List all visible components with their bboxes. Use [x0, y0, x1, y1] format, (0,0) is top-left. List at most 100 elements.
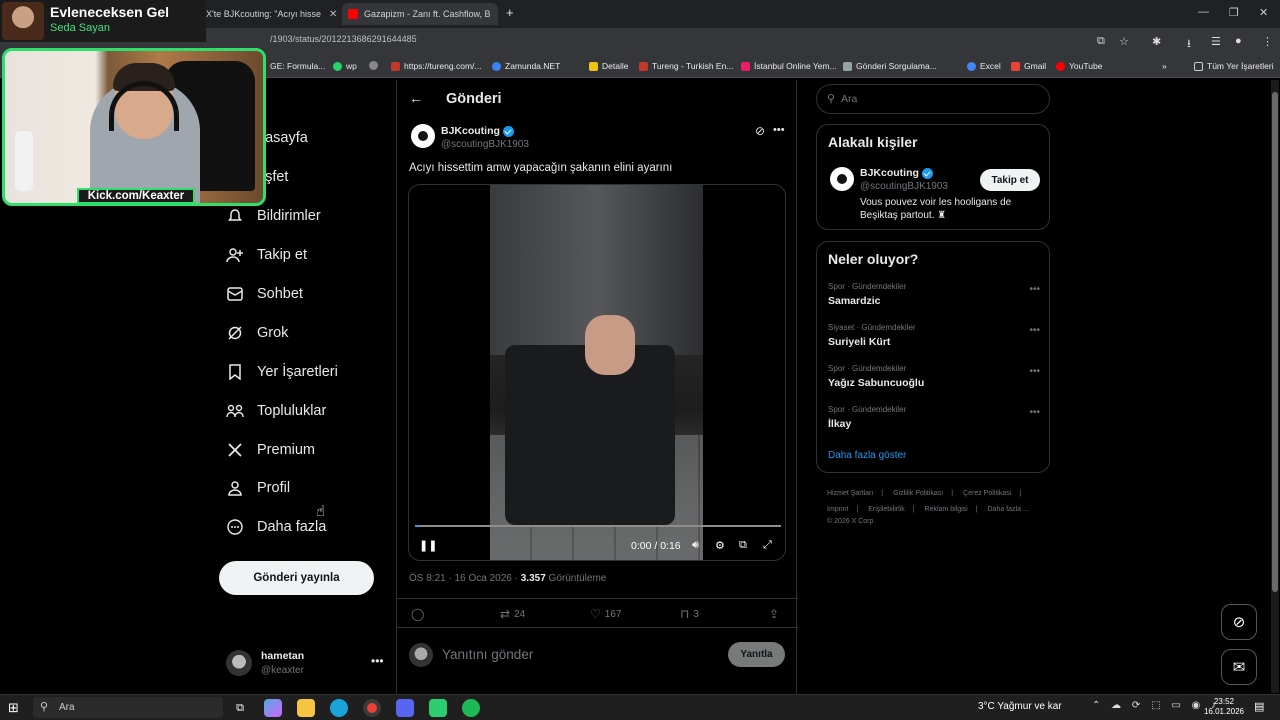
system-tray[interactable]: ⌃ ☁ ⟳ ⬚ ▭ ◉ ♪: [1092, 700, 1220, 711]
messages-fab[interactable]: ✉: [1221, 649, 1257, 685]
reply-button[interactable]: Yanıtla: [728, 642, 785, 667]
bookmark-action[interactable]: ⊓ 3: [680, 607, 699, 621]
nav-grok[interactable]: Grok: [226, 320, 288, 346]
nav-chat[interactable]: Sohbet: [226, 281, 303, 307]
all-bookmarks[interactable]: Tüm Yer İşaretleri: [1194, 61, 1274, 71]
author-name[interactable]: BJKcouting: [441, 125, 514, 137]
like-action[interactable]: ♡ 167: [590, 607, 621, 621]
menu-icon[interactable]: ⋮: [1262, 35, 1273, 48]
profile-icon[interactable]: ●: [1235, 35, 1242, 47]
more-dots-icon[interactable]: •••: [371, 654, 384, 668]
chrome-icon[interactable]: [363, 699, 381, 717]
retweet-action[interactable]: ⇄ 24: [500, 607, 525, 621]
scroll-thumb[interactable]: [1272, 92, 1278, 592]
nav-more[interactable]: Daha fazla: [226, 514, 326, 540]
task-view-icon[interactable]: ⧉: [231, 699, 249, 717]
fullscreen-icon[interactable]: ⤢: [763, 539, 772, 552]
reply-action[interactable]: ◯: [411, 607, 428, 621]
windows-start-icon[interactable]: ⊞: [8, 700, 19, 716]
close-window-icon[interactable]: ✕: [1259, 6, 1268, 19]
author-avatar[interactable]: [830, 167, 854, 191]
footer-link[interactable]: Erişilebilirlik: [868, 506, 905, 513]
video-progress-bar[interactable]: [415, 525, 781, 527]
url-field[interactable]: /1903/status/2012213686291644485: [270, 34, 417, 44]
more-dots-icon[interactable]: •••: [1029, 284, 1040, 295]
restore-icon[interactable]: ❐: [1229, 6, 1239, 19]
install-icon[interactable]: ⧉: [1097, 35, 1105, 48]
star-icon[interactable]: ☆: [1119, 35, 1129, 48]
file-explorer-icon[interactable]: [297, 699, 315, 717]
grok-icon[interactable]: ⊘: [755, 124, 765, 138]
settings-icon[interactable]: ⚙: [715, 539, 725, 552]
follow-button[interactable]: Takip et: [980, 169, 1040, 191]
nav-premium[interactable]: Premium: [226, 437, 315, 463]
new-tab-icon[interactable]: +: [506, 5, 514, 20]
terminal-icon[interactable]: [429, 699, 447, 717]
trend-item[interactable]: Spor · Gündemdekiler Yağız Sabuncuoğlu •…: [828, 364, 1040, 398]
nav-notifications[interactable]: Bildirimler: [226, 203, 321, 229]
more-dots-icon[interactable]: •••: [773, 124, 785, 136]
bookmark-item[interactable]: Tureng - Turkish En...: [639, 61, 733, 71]
scrollbar[interactable]: [1271, 80, 1279, 693]
bookmark-item[interactable]: Gmail: [1011, 61, 1046, 71]
pause-icon[interactable]: ❚❚: [419, 539, 437, 552]
copilot-icon[interactable]: [264, 699, 282, 717]
video-player[interactable]: ❚❚ 0:00 / 0:16 🔊︎ ⚙ ⧉ ⤢: [408, 184, 786, 561]
clock-time[interactable]: 23:52: [1206, 697, 1242, 706]
related-name[interactable]: BJKcouting: [860, 167, 933, 179]
bookmark-item[interactable]: Zamunda.NET: [492, 61, 560, 71]
footer-link[interactable]: Reklam bilgisi: [925, 506, 968, 513]
notification-icon[interactable]: ▤: [1254, 700, 1264, 713]
taskbar-search[interactable]: ⚲ Ara: [33, 697, 223, 718]
bookmark-item[interactable]: Gönderi Sorgulama...: [843, 61, 937, 71]
volume-icon[interactable]: 🔊︎: [692, 539, 699, 552]
weather-widget[interactable]: 3°C Yağmur ve kar: [978, 701, 1062, 712]
browser-tab-youtube[interactable]: Gazapizm - Zanı ft. Cashflow, B ✕: [342, 3, 498, 25]
back-arrow-icon[interactable]: ←: [409, 90, 423, 106]
bookmark-item[interactable]: İstanbul Online Yem...: [741, 61, 837, 71]
bookmark-item[interactable]: https://tureng.com/...: [391, 61, 481, 71]
reading-list-icon[interactable]: ☰: [1211, 35, 1221, 48]
more-dots-icon[interactable]: •••: [1029, 407, 1040, 418]
spotify-icon[interactable]: [462, 699, 480, 717]
grok-fab[interactable]: ⊘: [1221, 604, 1257, 640]
footer-link[interactable]: Gizlilik Politikası: [893, 490, 943, 497]
post-button[interactable]: Gönderi yayınla: [219, 561, 374, 595]
nav-follow[interactable]: Takip et: [226, 242, 307, 268]
footer-link[interactable]: Daha fazla ...: [988, 506, 1029, 513]
bookmark-item[interactable]: YouTube: [1056, 61, 1102, 71]
footer-link[interactable]: Imprint: [827, 506, 848, 513]
minimize-icon[interactable]: —: [1198, 6, 1209, 18]
bookmark-item[interactable]: GE: Formula...: [270, 61, 325, 71]
footer-link[interactable]: Çerez Politikası: [963, 490, 1012, 497]
footer-link[interactable]: Hizmet Şartları: [827, 490, 873, 497]
clock-date[interactable]: 16.01.2026: [1202, 707, 1246, 716]
show-more-link[interactable]: Daha fazla göster: [828, 450, 906, 461]
close-tab-icon[interactable]: ✕: [321, 9, 337, 20]
close-tab-icon[interactable]: ✕: [491, 9, 498, 20]
related-handle[interactable]: @scoutingBJK1903: [860, 181, 948, 192]
edge-icon[interactable]: [330, 699, 348, 717]
more-bookmarks-icon[interactable]: »: [1162, 61, 1167, 71]
nav-communities[interactable]: Topluluklar: [226, 398, 326, 424]
trend-item[interactable]: Siyaset · Gündemdekiler Suriyeli Kürt ••…: [828, 323, 1040, 357]
more-dots-icon[interactable]: •••: [1029, 366, 1040, 377]
search-input[interactable]: ⚲ Ara: [816, 84, 1050, 114]
trend-item[interactable]: Spor · Gündemdekiler İlkay •••: [828, 405, 1040, 439]
nav-profile[interactable]: Profil: [226, 475, 290, 501]
bookmark-item[interactable]: [369, 61, 382, 70]
reply-input[interactable]: Yanıtını gönder: [442, 647, 533, 662]
download-icon[interactable]: ⭳: [1187, 35, 1191, 54]
share-action[interactable]: ⇪: [769, 607, 783, 621]
trend-item[interactable]: Spor · Gündemdekiler Samardzic •••: [828, 282, 1040, 316]
bookmark-item[interactable]: Detalle: [589, 61, 628, 71]
bookmark-item[interactable]: wp: [333, 61, 357, 71]
more-dots-icon[interactable]: •••: [1029, 325, 1040, 336]
author-avatar[interactable]: [411, 124, 435, 148]
extensions-icon[interactable]: ✱: [1152, 35, 1161, 48]
nav-bookmarks[interactable]: Yer İşaretleri: [226, 359, 338, 385]
discord-icon[interactable]: [396, 699, 414, 717]
author-handle[interactable]: @scoutingBJK1903: [441, 139, 529, 150]
pip-icon[interactable]: ⧉: [739, 539, 747, 552]
bookmark-item[interactable]: Excel: [967, 61, 1001, 71]
